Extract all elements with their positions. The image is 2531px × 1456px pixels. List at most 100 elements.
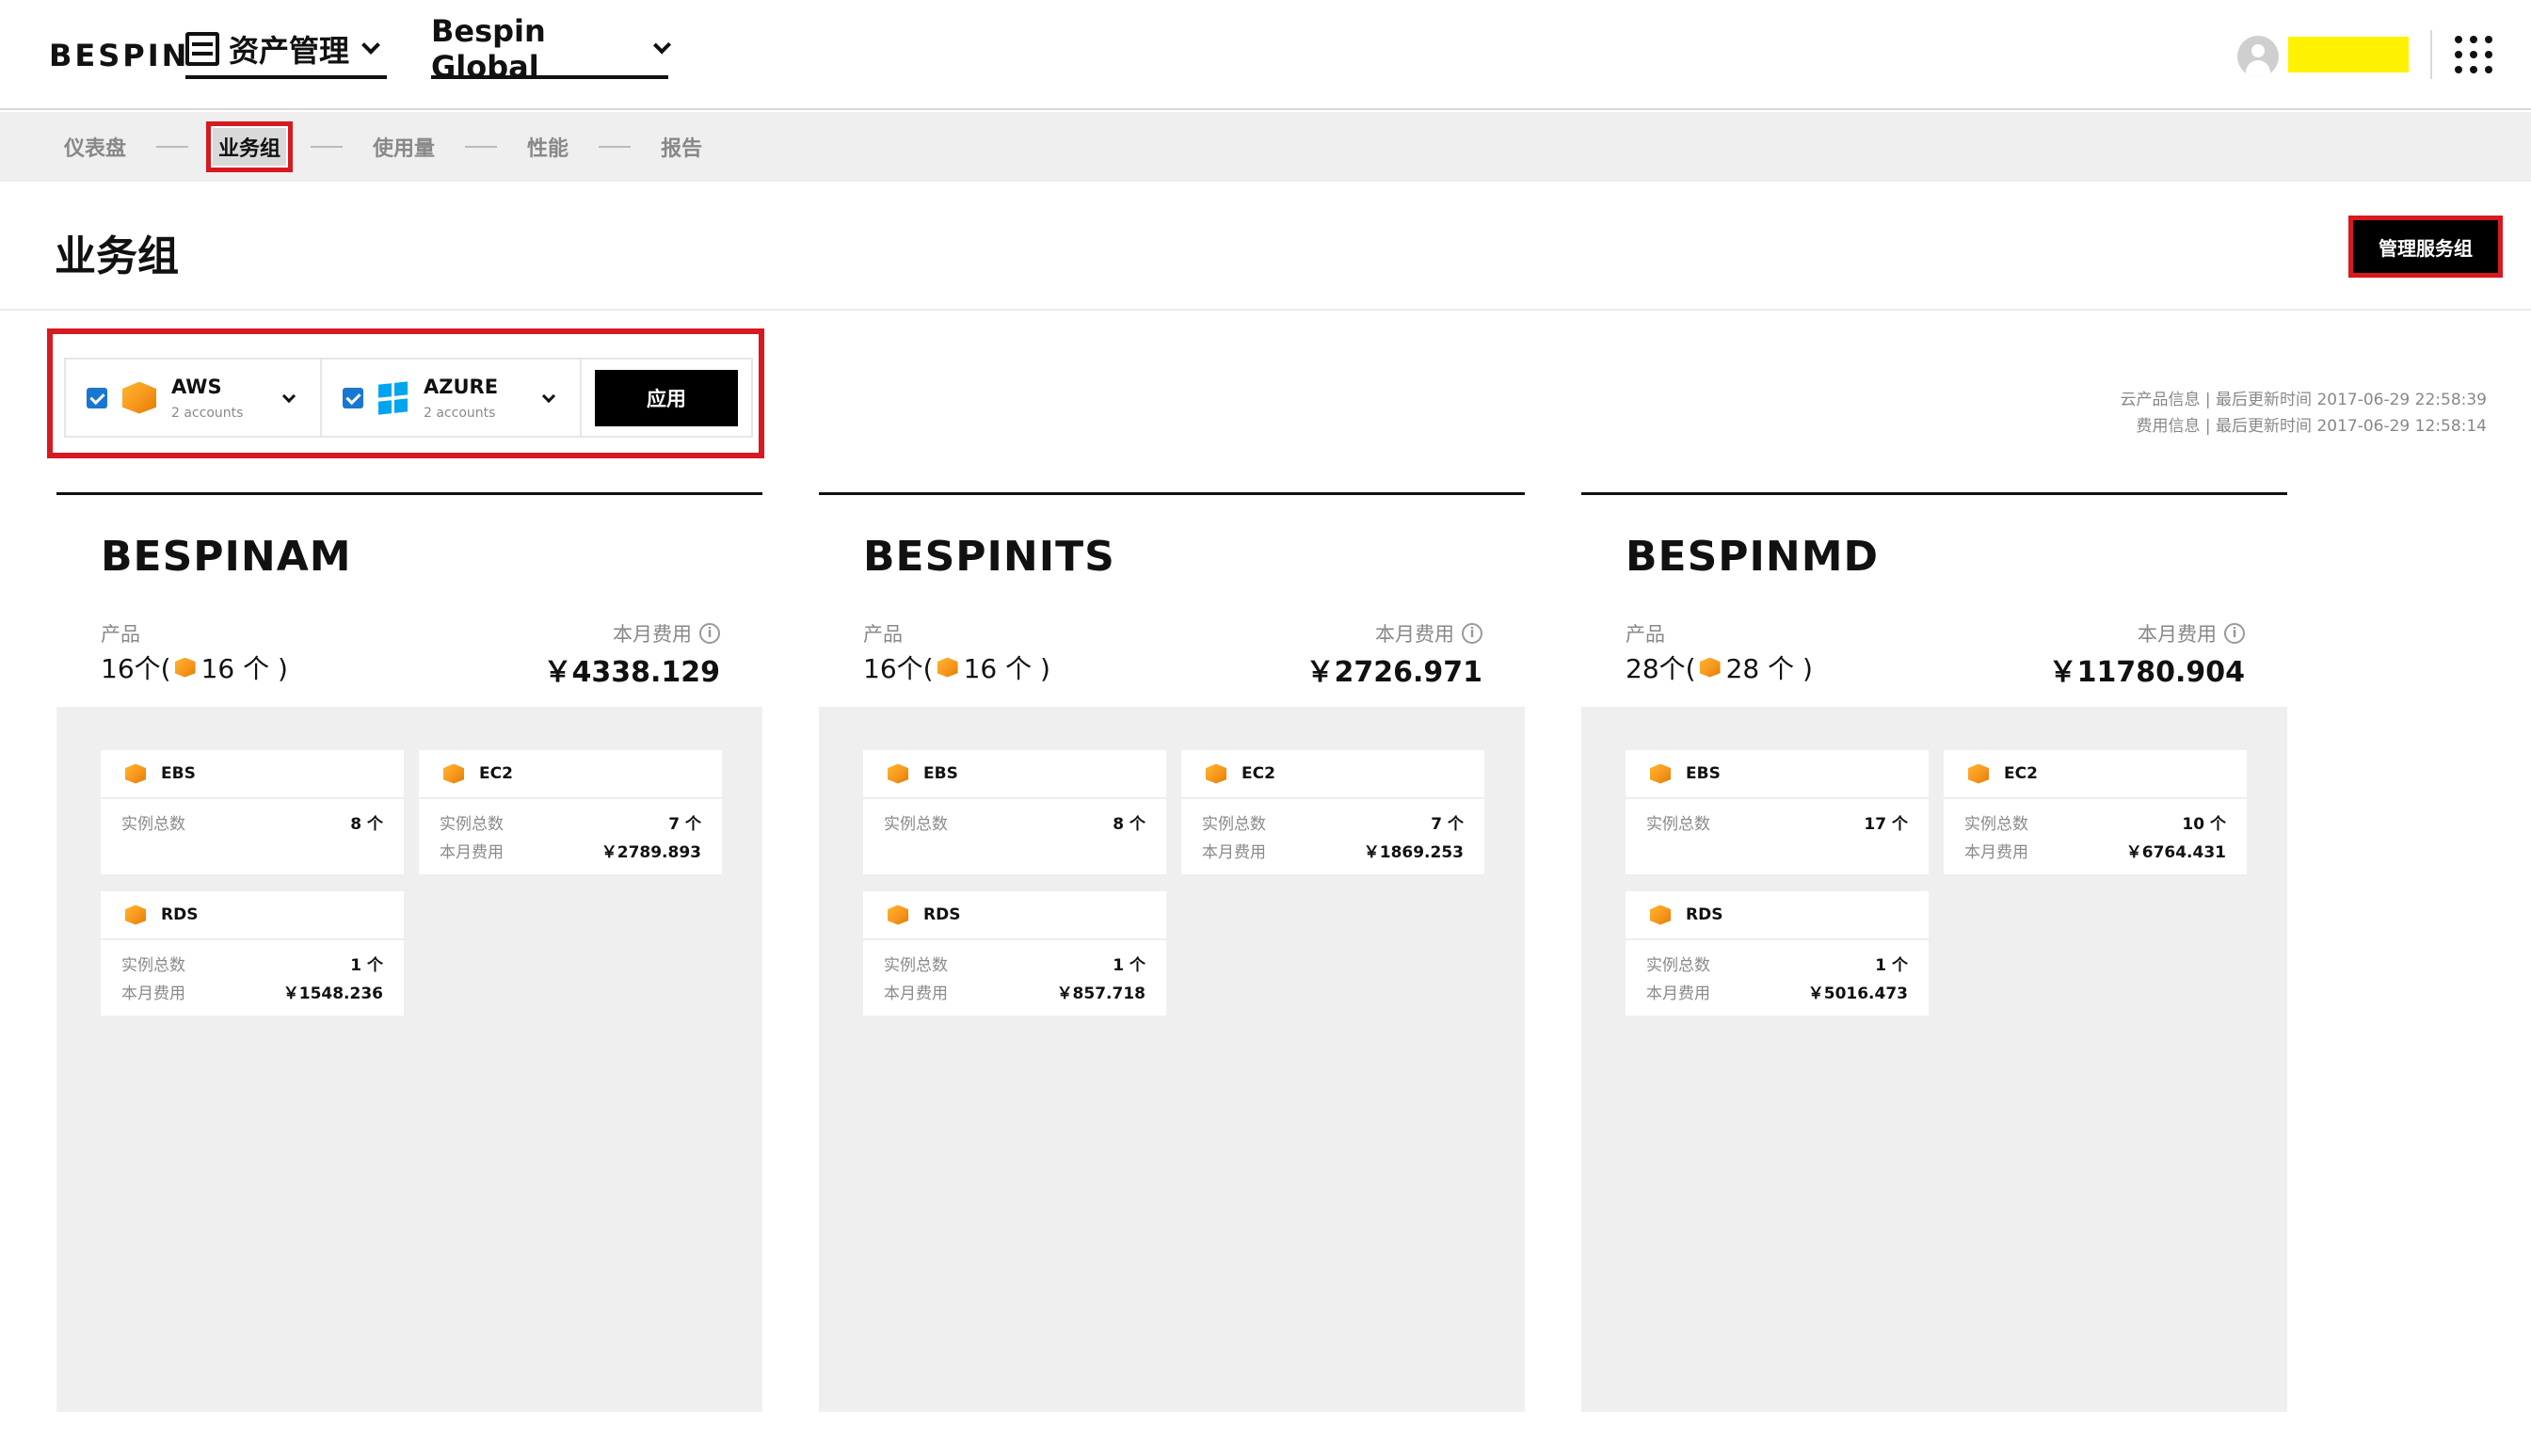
nav-item-performance[interactable]: 性能 — [518, 124, 578, 169]
app-grid-icon[interactable] — [2455, 36, 2492, 73]
group-name: BESPINMD — [1626, 533, 1880, 581]
stat-value: 8 个 — [350, 815, 383, 834]
aws-checkbox[interactable] — [87, 387, 107, 408]
product-label: 产品 — [1626, 623, 1665, 646]
provider-aws[interactable]: AWS 2 accounts — [66, 360, 322, 436]
info-icon[interactable]: i — [1462, 623, 1482, 644]
service-name: RDS — [161, 905, 199, 924]
service-name: EC2 — [1241, 764, 1275, 783]
cost-label: 本月费用 i — [1375, 619, 1482, 648]
chevron-down-icon[interactable] — [541, 389, 556, 404]
service-card-ec2[interactable]: EC2 实例总数 7 个 本月费用 ￥2789.893 — [419, 750, 722, 874]
stat-label: 实例总数 — [1964, 815, 2028, 834]
cost-label: 本月费用 i — [613, 619, 720, 648]
product-total: 28个( — [1626, 653, 1696, 684]
chevron-down-icon — [652, 36, 672, 55]
product-aws-count: 16 个 ) — [963, 653, 1050, 684]
product-count: 16个( 16 个 ) — [101, 648, 288, 686]
company-label: Bespin Global — [431, 13, 546, 85]
product-count: 16个( 16 个 ) — [863, 648, 1050, 686]
service-name: EC2 — [479, 764, 513, 783]
bespin-logo[interactable]: BESPIN — [49, 38, 189, 73]
nav-separator — [465, 146, 498, 148]
group-name: BESPINAM — [101, 533, 352, 581]
provider-name: AZURE — [424, 375, 499, 398]
group-name: BESPINITS — [863, 533, 1115, 581]
stat-label: 实例总数 — [121, 815, 185, 834]
stat-value: 7 个 — [1431, 815, 1464, 834]
user-avatar-icon[interactable] — [2237, 36, 2279, 77]
cost-label-text: 本月费用 — [613, 623, 692, 646]
cost-update-time: 费用信息 | 最后更新时间 2017-06-29 12:58:14 — [2136, 417, 2488, 436]
stat-value: ￥1548.236 — [282, 984, 383, 1003]
service-name: EBS — [923, 764, 958, 783]
stat-label: 实例总数 — [1646, 956, 1710, 975]
asset-management-label: 资产管理 — [229, 33, 350, 69]
provider-azure[interactable]: AZURE 2 accounts — [322, 360, 582, 436]
aws-cube-icon — [888, 763, 908, 784]
windows-azure-icon — [378, 380, 408, 414]
service-card-ec2[interactable]: EC2 实例总数 7 个 本月费用 ￥1869.253 — [1181, 750, 1484, 874]
group-card[interactable]: BESPINMD 产品 28个( 28 个 ) 本月费用 i ￥11780.90… — [1581, 492, 2287, 1412]
aws-cube-icon — [1206, 763, 1226, 784]
service-card-ebs[interactable]: EBS 实例总数 8 个 — [101, 750, 404, 874]
service-card-rds[interactable]: RDS 实例总数 1 个 本月费用 ￥1548.236 — [101, 891, 404, 1016]
group-card[interactable]: BESPINAM 产品 16个( 16 个 ) 本月费用 i ￥4338.129… — [56, 492, 762, 1412]
service-card-ebs[interactable]: EBS 实例总数 8 个 — [863, 750, 1166, 874]
aws-cube-icon — [1650, 763, 1671, 784]
stat-label: 本月费用 — [1202, 843, 1266, 862]
cost-label-text: 本月费用 — [1375, 623, 1454, 646]
nav-item-usage[interactable]: 使用量 — [363, 124, 444, 169]
asset-management-dropdown[interactable]: 资产管理 — [185, 30, 387, 79]
stat-label: 实例总数 — [884, 815, 948, 834]
info-icon[interactable]: i — [699, 623, 720, 644]
stat-value: 1 个 — [1875, 956, 1908, 975]
azure-checkbox[interactable] — [343, 387, 363, 408]
stat-label: 本月费用 — [884, 984, 948, 1003]
service-name: RDS — [1686, 905, 1723, 924]
stat-label: 本月费用 — [1646, 984, 1710, 1003]
stat-label: 实例总数 — [884, 956, 948, 975]
page-title: 业务组 — [55, 232, 179, 280]
nav-separator — [599, 146, 632, 148]
nav-separator — [156, 146, 189, 148]
chevron-down-icon[interactable] — [281, 389, 296, 404]
monthly-cost: ￥2726.971 — [1306, 656, 1482, 689]
cloud-filter-bar: AWS 2 accounts AZURE 2 accounts 应用 — [64, 358, 753, 438]
service-card-ec2[interactable]: EC2 实例总数 10 个 本月费用 ￥6764.431 — [1944, 750, 2247, 874]
product-total: 16个( — [863, 653, 934, 684]
aws-cube-icon — [1699, 657, 1721, 678]
nav-item-dashboard[interactable]: 仪表盘 — [55, 124, 136, 169]
user-name-redacted[interactable] — [2288, 37, 2409, 72]
monthly-cost: ￥11780.904 — [2048, 656, 2245, 689]
title-divider — [0, 309, 2531, 311]
service-card-ebs[interactable]: EBS 实例总数 17 个 — [1626, 750, 1929, 874]
service-card-rds[interactable]: RDS 实例总数 1 个 本月费用 ￥5016.473 — [1626, 891, 1929, 1016]
manage-service-group-button[interactable]: 管理服务组 — [2348, 216, 2503, 278]
stat-value: ￥5016.473 — [1807, 984, 1908, 1003]
group-card[interactable]: BESPINITS 产品 16个( 16 个 ) 本月费用 i ￥2726.97… — [819, 492, 1525, 1412]
aws-cube-icon — [122, 381, 156, 414]
nav-item-report[interactable]: 报告 — [651, 124, 712, 169]
apply-button[interactable]: 应用 — [595, 369, 738, 426]
stat-value: 7 个 — [668, 815, 701, 834]
stat-value: ￥6764.431 — [2125, 843, 2226, 862]
stat-label: 实例总数 — [121, 956, 185, 975]
company-dropdown[interactable]: Bespin Global — [431, 13, 672, 85]
update-info: 云产品信息 | 最后更新时间 2017-06-29 22:58:39 费用信息 … — [2121, 387, 2488, 440]
stat-label: 本月费用 — [1964, 843, 2028, 862]
stat-label: 实例总数 — [1646, 815, 1710, 834]
aws-cube-icon — [937, 657, 958, 678]
stat-value: ￥857.718 — [1056, 984, 1145, 1003]
cost-label-text: 本月费用 — [2138, 623, 2217, 646]
aws-cube-icon — [1968, 763, 1989, 784]
stat-label: 本月费用 — [440, 843, 504, 862]
provider-name: AWS — [171, 375, 222, 398]
breadcrumb-nav: 仪表盘 业务组 使用量 性能 报告 — [0, 112, 2531, 182]
service-card-rds[interactable]: RDS 实例总数 1 个 本月费用 ￥857.718 — [863, 891, 1166, 1016]
provider-accounts: 2 accounts — [171, 405, 244, 421]
group-card-header: BESPINITS 产品 16个( 16 个 ) 本月费用 i ￥2726.97… — [819, 495, 1525, 707]
nav-item-business-group[interactable]: 业务组 — [206, 121, 294, 172]
info-icon[interactable]: i — [2224, 623, 2245, 644]
product-aws-count: 16 个 ) — [200, 653, 288, 684]
